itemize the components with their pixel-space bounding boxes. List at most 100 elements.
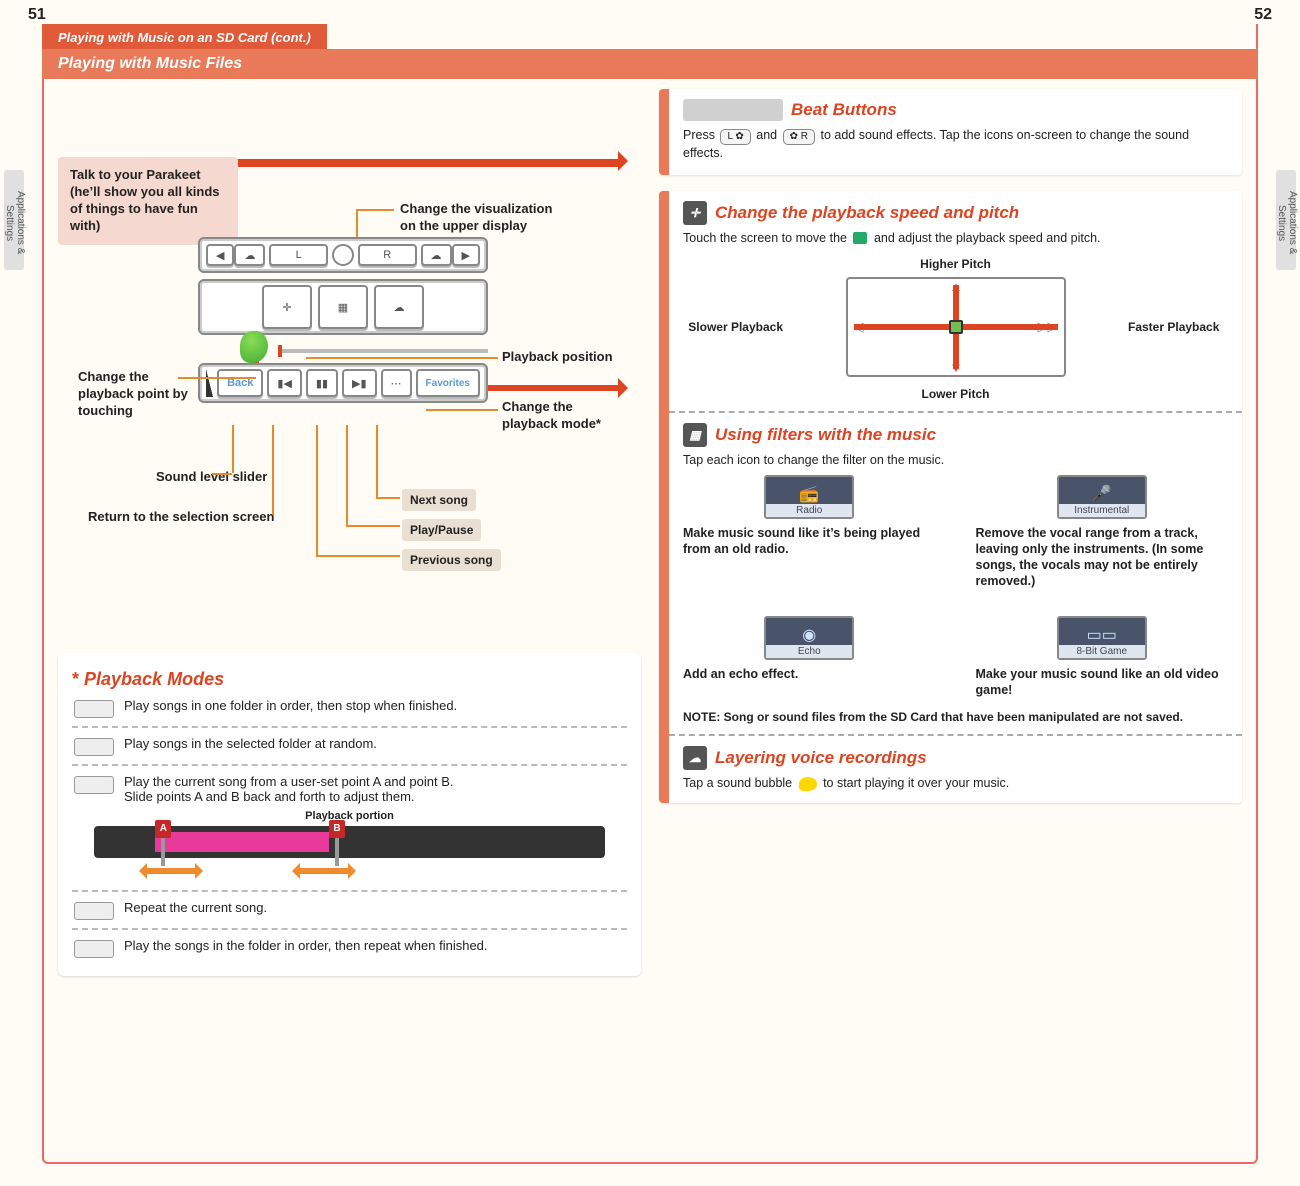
filter-radio: 📻Radio Make music sound like it’s being … — [683, 475, 936, 590]
speed-text: Touch the screen to move the — [683, 231, 850, 245]
playback-modes-title: * Playback Modes — [72, 669, 627, 690]
beat-title: Beat Buttons — [791, 100, 897, 120]
heading-1: Playing with Music on an SD Card (cont.) — [42, 24, 327, 49]
annotation-line — [306, 357, 498, 359]
annotation-line — [426, 409, 498, 411]
label-faster: Faster Playback — [1128, 320, 1228, 334]
beat-icons — [683, 99, 783, 121]
speed-text: and adjust the playback speed and pitch. — [870, 231, 1100, 245]
beat-buttons-card: Beat Buttons Press L ✿ and ✿ R to add so… — [659, 89, 1242, 175]
parakeet-icon[interactable] — [240, 331, 268, 363]
annotation-line — [232, 425, 234, 473]
prev-page-button[interactable]: ◀ — [206, 244, 234, 266]
mode-desc: Slide points A and B back and forth to a… — [124, 789, 454, 804]
annotation-line — [356, 209, 394, 211]
label-lower-pitch: Lower Pitch — [683, 387, 1228, 401]
label-higher-pitch: Higher Pitch — [683, 257, 1228, 271]
mode-icon-sequential — [74, 700, 114, 718]
side-tab-left: Applications & Settings — [4, 170, 24, 270]
label-slower: Slower Playback — [683, 320, 783, 334]
label-playback-mode: Change the playback mode* — [502, 399, 622, 433]
back-button[interactable]: Back — [217, 369, 263, 397]
arrow-icon — [618, 378, 638, 398]
annotation-line — [316, 425, 318, 555]
annotation-line — [272, 425, 274, 515]
playback-track[interactable] — [278, 349, 488, 353]
playback-cursor[interactable] — [278, 345, 282, 357]
annotation-line — [346, 425, 348, 525]
label-playback-position: Playback position — [502, 349, 613, 366]
double-arrow-icon — [145, 868, 197, 874]
layering-icon: ☁ — [683, 746, 707, 770]
speed-pitch-button[interactable]: ✛ — [262, 285, 312, 329]
filters-icon: ▦ — [683, 423, 707, 447]
page-number-right: 52 — [1254, 6, 1272, 24]
mode-icon-repeat-one — [74, 902, 114, 920]
annotation-line — [316, 555, 400, 557]
r-button-icon: ✿ R — [783, 129, 815, 145]
cursor-icon — [853, 232, 867, 244]
visualizer-button[interactable] — [332, 244, 354, 266]
mode-desc: Repeat the current song. — [124, 900, 267, 915]
speed-pitch-card: ✛ Change the playback speed and pitch To… — [659, 191, 1242, 803]
effect-l-button[interactable]: ☁ — [234, 244, 265, 266]
layer-text: Tap a sound bubble — [683, 776, 796, 790]
ab-bar: A B — [94, 826, 605, 858]
label-return: Return to the selection screen — [88, 509, 274, 526]
heading-2: Playing with Music Files — [42, 49, 1258, 79]
playback-mode-button[interactable]: ⋯ — [381, 369, 412, 397]
echo-button[interactable]: ◉Echo — [764, 616, 854, 660]
mode-desc: Play songs in the selected folder at ran… — [124, 736, 377, 751]
prev-song-button[interactable]: ▮◀ — [267, 369, 302, 397]
annotation-line — [376, 425, 378, 497]
marker-a[interactable]: A — [155, 820, 173, 866]
annotation-line — [212, 473, 232, 475]
radio-button[interactable]: 📻Radio — [764, 475, 854, 519]
volume-slider[interactable] — [206, 369, 213, 397]
page-number-left: 51 — [28, 6, 46, 24]
filters-note: NOTE: Song or sound files from the SD Ca… — [683, 710, 1228, 724]
mode-icon-ab — [74, 776, 114, 794]
next-page-button[interactable]: ▶ — [452, 244, 480, 266]
l-button-icon: L ✿ — [720, 129, 750, 145]
voice-bubble-button[interactable]: ☁ — [374, 285, 424, 329]
double-arrow-icon — [298, 868, 350, 874]
next-song-button[interactable]: ▶▮ — [342, 369, 377, 397]
callout-parakeet: Talk to your Parakeet (he’ll show you al… — [58, 157, 238, 245]
annotation-line — [376, 497, 400, 499]
label-next-song: Next song — [402, 489, 476, 511]
filter-instrumental: 🎤Instrumental Remove the vocal range fro… — [976, 475, 1229, 590]
beat-text: Press — [683, 128, 718, 142]
annotation-line — [178, 377, 256, 379]
play-pause-button[interactable]: ▮▮ — [306, 369, 338, 397]
filter-echo: ◉Echo Add an echo effect. — [683, 616, 936, 699]
layering-title: Layering voice recordings — [715, 748, 927, 768]
filter-8bit: ▭▭8-Bit Game Make your music sound like … — [976, 616, 1229, 699]
effect-r-button[interactable]: ☁ — [421, 244, 452, 266]
r-shoulder-indicator: R — [358, 244, 417, 266]
player-screen: ◀ ☁ L R ☁ ▶ ✛ ▦ ☁ — [198, 237, 488, 409]
label-play-pause: Play/Pause — [402, 519, 481, 541]
annotation-line — [346, 525, 400, 527]
side-tab-right: Applications & Settings — [1276, 170, 1296, 270]
label-sound-level: Sound level slider — [156, 469, 267, 486]
instrumental-button[interactable]: 🎤Instrumental — [1057, 475, 1147, 519]
8bit-button[interactable]: ▭▭8-Bit Game — [1057, 616, 1147, 660]
filters-button[interactable]: ▦ — [318, 285, 368, 329]
sound-bubble-icon — [799, 777, 817, 791]
mode-desc: Play songs in one folder in order, then … — [124, 698, 457, 713]
favorites-button[interactable]: Favorites — [416, 369, 480, 397]
speed-pitch-grid[interactable]: ◁ ▷▷ ▲ ▼ — [846, 277, 1066, 377]
l-shoulder-indicator: L — [269, 244, 328, 266]
speed-icon: ✛ — [683, 201, 707, 225]
mode-icon-random — [74, 738, 114, 756]
filters-text: Tap each icon to change the filter on th… — [683, 453, 1228, 467]
arrow-icon — [618, 151, 638, 171]
marker-b[interactable]: B — [329, 820, 347, 866]
annotation-line — [208, 159, 618, 167]
mode-icon-repeat-all — [74, 940, 114, 958]
speed-title: Change the playback speed and pitch — [715, 203, 1019, 223]
beat-text: and — [753, 128, 781, 142]
playback-modes-card: * Playback Modes Play songs in one folde… — [58, 653, 641, 976]
label-prev-song: Previous song — [402, 549, 501, 571]
